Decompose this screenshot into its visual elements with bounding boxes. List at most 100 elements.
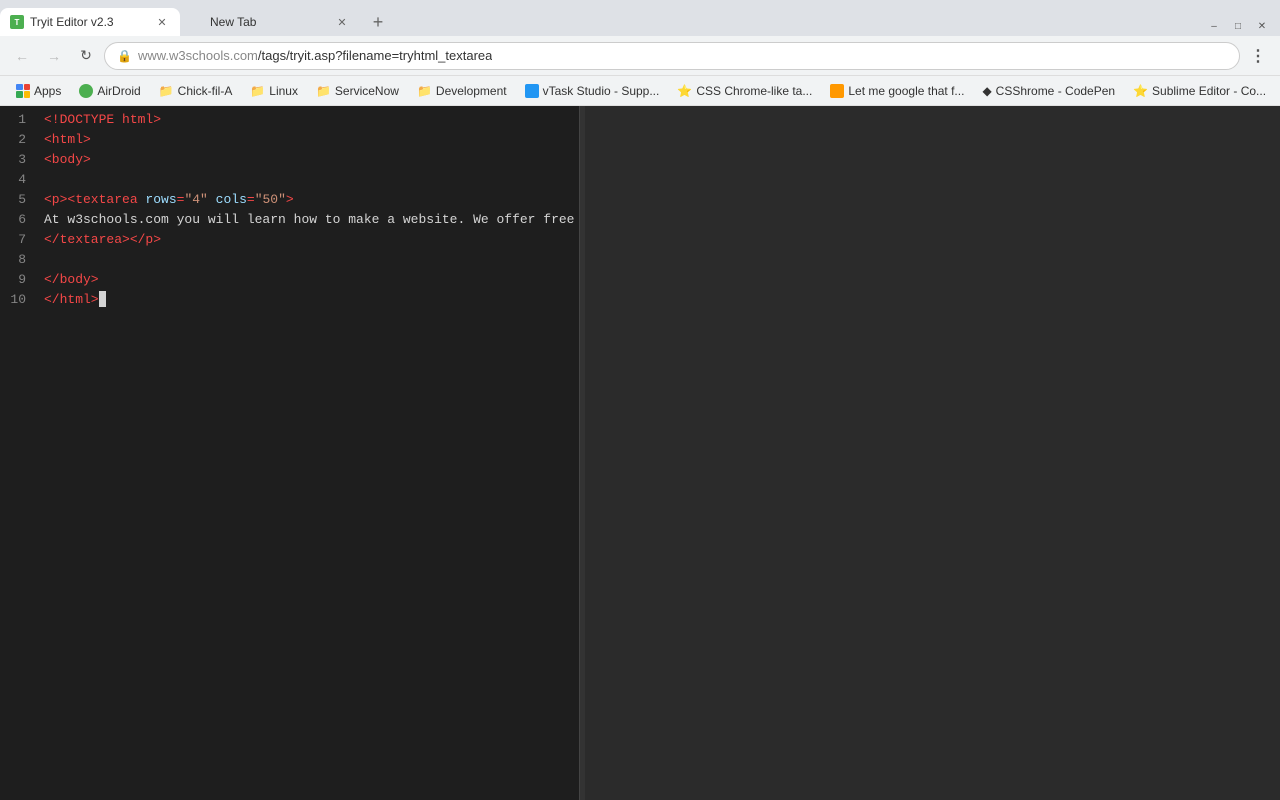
reload-button[interactable]: ↻ xyxy=(72,42,100,70)
text-before-in: At w3schools.com you will learn how to m… xyxy=(44,212,580,227)
line-num-2: 2 xyxy=(10,130,26,150)
back-button[interactable]: ← xyxy=(8,42,36,70)
code-line-5: <p><textarea rows="4" cols="50"> xyxy=(44,190,580,210)
csshrome-icon: ◆ xyxy=(982,84,991,98)
tab-newtab-title: New Tab xyxy=(210,15,328,29)
editor-area: 1 2 3 4 5 6 7 8 9 10 <!DOCTYPE html> <ht… xyxy=(0,106,1280,800)
minimize-button[interactable]: – xyxy=(1204,16,1224,36)
tag-textarea-close: </textarea></p> xyxy=(44,232,161,247)
code-line-6: At w3schools.com you will learn how to m… xyxy=(44,210,580,230)
bookmark-vtask[interactable]: vTask Studio - Supp... xyxy=(517,82,668,100)
code-line-2: <html> xyxy=(44,130,580,150)
bookmark-letme-label: Let me google that f... xyxy=(848,84,964,98)
bookmark-apps-label: Apps xyxy=(34,84,61,98)
bookmark-development-label: Development xyxy=(436,84,507,98)
url-domain: www.w3schools.com xyxy=(138,48,258,63)
address-url: www.w3schools.com/tags/tryit.asp?filenam… xyxy=(138,48,492,63)
bookmark-css-chrome-label: CSS Chrome-like ta... xyxy=(696,84,812,98)
title-bar: T Tryit Editor v2.3 ✕ New Tab ✕ + – □ ✕ xyxy=(0,0,1280,36)
browser-frame: T Tryit Editor v2.3 ✕ New Tab ✕ + – □ ✕ … xyxy=(0,0,1280,800)
bookmark-chickfila[interactable]: 📁 Chick-fil-A xyxy=(151,82,241,100)
tag-html-close: </html> xyxy=(44,292,99,307)
code-lines: <!DOCTYPE html> <html> <body> <p><textar… xyxy=(36,110,580,796)
tag-p-textarea: <p><textarea xyxy=(44,192,145,207)
tag-doctype: <!DOCTYPE html> xyxy=(44,112,161,127)
attr-rows: rows xyxy=(145,192,176,207)
tab-newtab-favicon xyxy=(190,15,204,29)
tab-tryit-favicon: T xyxy=(10,15,24,29)
bookmark-linux[interactable]: 📁 Linux xyxy=(242,82,306,100)
code-line-7: </textarea></p> xyxy=(44,230,580,250)
menu-button[interactable]: ⋮ xyxy=(1244,42,1272,70)
apps-grid-icon xyxy=(16,84,30,98)
url-path: /tags/tryit.asp?filename=tryhtml_textare… xyxy=(258,48,492,63)
line-numbers: 1 2 3 4 5 6 7 8 9 10 xyxy=(0,110,36,796)
lock-icon: 🔒 xyxy=(117,49,132,63)
code-line-1: <!DOCTYPE html> xyxy=(44,110,580,130)
bookmark-css-chrome[interactable]: ⭐ CSS Chrome-like ta... xyxy=(669,82,820,100)
bookmark-linux-label: Linux xyxy=(269,84,298,98)
folder-icon-development: 📁 xyxy=(417,84,432,98)
code-content: 1 2 3 4 5 6 7 8 9 10 <!DOCTYPE html> <ht… xyxy=(0,106,579,800)
code-line-10: </html> xyxy=(44,290,580,310)
line-num-3: 3 xyxy=(10,150,26,170)
line-num-4: 4 xyxy=(10,170,26,190)
code-line-3: <body> xyxy=(44,150,580,170)
bookmark-servicenow[interactable]: 📁 ServiceNow xyxy=(308,82,407,100)
line-num-1: 1 xyxy=(10,110,26,130)
folder-icon-linux: 📁 xyxy=(250,84,265,98)
bookmark-sublime-label: Sublime Editor - Co... xyxy=(1152,84,1266,98)
tab-tryit-close[interactable]: ✕ xyxy=(154,14,170,30)
tab-newtab[interactable]: New Tab ✕ xyxy=(180,8,360,36)
bookmark-csshrome-label: CSShrome - CodePen xyxy=(996,84,1115,98)
line-num-7: 7 xyxy=(10,230,26,250)
nav-bar: ← → ↻ 🔒 www.w3schools.com/tags/tryit.asp… xyxy=(0,36,1280,76)
bookmark-servicenow-label: ServiceNow xyxy=(335,84,399,98)
code-line-4 xyxy=(44,170,580,190)
attr-cols: cols xyxy=(208,192,247,207)
code-panel[interactable]: 1 2 3 4 5 6 7 8 9 10 <!DOCTYPE html> <ht… xyxy=(0,106,580,800)
bookmark-sublime[interactable]: ⭐ Sublime Editor - Co... xyxy=(1125,82,1274,100)
css-chrome-icon: ⭐ xyxy=(677,84,692,98)
bookmark-csshrome[interactable]: ◆ CSShrome - CodePen xyxy=(974,82,1123,100)
eq2: = xyxy=(247,192,255,207)
tab-tryit[interactable]: T Tryit Editor v2.3 ✕ xyxy=(0,8,180,36)
tag-html-open: <html> xyxy=(44,132,91,147)
bookmark-airdroid[interactable]: AirDroid xyxy=(71,82,148,100)
close-button[interactable]: ✕ xyxy=(1252,16,1272,36)
code-line-8 xyxy=(44,250,580,270)
bookmark-development[interactable]: 📁 Development xyxy=(409,82,515,100)
address-bar[interactable]: 🔒 www.w3schools.com/tags/tryit.asp?filen… xyxy=(104,42,1240,70)
bookmark-apps[interactable]: Apps xyxy=(8,82,69,100)
tag-close-textarea-open: > xyxy=(286,192,294,207)
vtask-icon xyxy=(525,84,539,98)
bookmark-chickfila-label: Chick-fil-A xyxy=(178,84,233,98)
airdroid-icon xyxy=(79,84,93,98)
val-rows: "4" xyxy=(184,192,207,207)
bookmarks-bar: Apps AirDroid 📁 Chick-fil-A 📁 Linux 📁 Se… xyxy=(0,76,1280,106)
tag-body-close: </body> xyxy=(44,272,99,287)
preview-panel xyxy=(585,106,1280,800)
line-num-9: 9 xyxy=(10,270,26,290)
bookmark-vtask-label: vTask Studio - Supp... xyxy=(543,84,660,98)
tab-newtab-close[interactable]: ✕ xyxy=(334,14,350,30)
line-num-8: 8 xyxy=(10,250,26,270)
folder-icon-servicenow: 📁 xyxy=(316,84,331,98)
maximize-button[interactable]: □ xyxy=(1228,16,1248,36)
code-line-9: </body> xyxy=(44,270,580,290)
bookmark-airdroid-label: AirDroid xyxy=(97,84,140,98)
line-num-10: 10 xyxy=(10,290,26,310)
window-controls: – □ ✕ xyxy=(1204,16,1280,36)
val-cols: "50" xyxy=(255,192,286,207)
tag-body-open: <body> xyxy=(44,152,91,167)
tab-tryit-title: Tryit Editor v2.3 xyxy=(30,15,148,29)
sublime-icon: ⭐ xyxy=(1133,84,1148,98)
forward-button[interactable]: → xyxy=(40,42,68,70)
line-num-5: 5 xyxy=(10,190,26,210)
new-tab-button[interactable]: + xyxy=(364,8,392,36)
bookmark-letme[interactable]: Let me google that f... xyxy=(822,82,972,100)
letme-icon xyxy=(830,84,844,98)
cursor xyxy=(99,291,106,307)
folder-icon-chickfila: 📁 xyxy=(159,84,174,98)
line-num-6: 6 xyxy=(10,210,26,230)
